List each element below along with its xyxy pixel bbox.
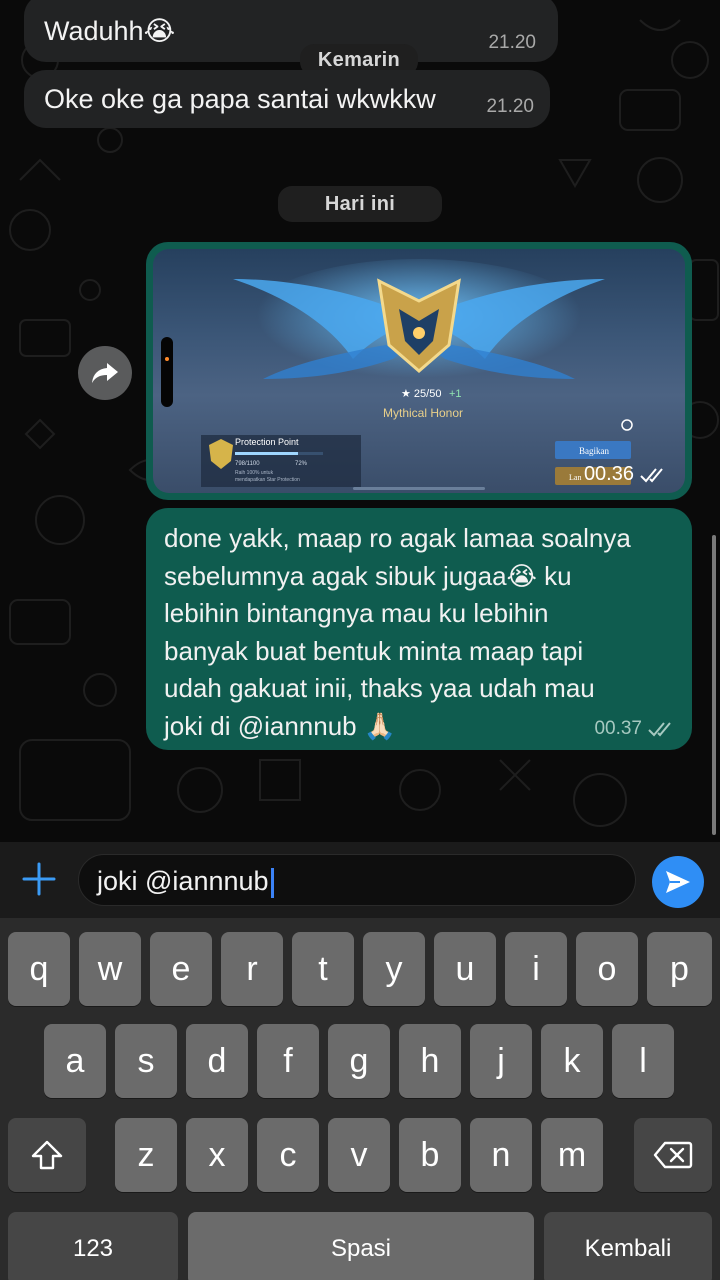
key-w[interactable]: w (79, 932, 141, 1006)
protection-panel: Protection Point 798/1100 72% Raih 100% … (201, 435, 361, 487)
message-time: 00.37 (594, 718, 642, 739)
shift-icon (31, 1140, 63, 1170)
forward-button[interactable] (78, 346, 132, 400)
double-check-icon (640, 467, 663, 482)
key-z[interactable]: z (115, 1118, 177, 1192)
svg-text:Raih 100% untuk: Raih 100% untuk (235, 470, 274, 476)
continue-button-label: Lan (569, 473, 581, 482)
key-m[interactable]: m (541, 1118, 603, 1192)
share-button-label: Bagikan (579, 446, 609, 456)
key-v[interactable]: v (328, 1118, 390, 1192)
image-message[interactable]: ★ 25/50 +1 Mythical Honor Protection Poi… (146, 242, 692, 500)
rank-name: Mythical Honor (383, 406, 463, 420)
send-icon (666, 871, 690, 893)
key-h[interactable]: h (399, 1024, 461, 1098)
game-screenshot[interactable]: ★ 25/50 +1 Mythical Honor Protection Poi… (153, 249, 685, 493)
return-key[interactable]: Kembali (544, 1212, 712, 1280)
svg-text:72%: 72% (295, 461, 308, 467)
message-input-value: joki @iannnub (97, 866, 269, 896)
composer-bar: joki @iannnub (0, 842, 720, 918)
backspace-key[interactable] (634, 1118, 712, 1192)
star-count: ★ 25/50 (401, 388, 441, 400)
screenshot-art: ★ 25/50 +1 Mythical Honor Protection Poi… (161, 259, 633, 490)
message-text: Oke oke ga papa santai wkwkkw (44, 84, 436, 114)
attach-plus-icon[interactable] (20, 860, 58, 898)
key-p[interactable]: p (647, 932, 712, 1006)
send-button[interactable] (652, 856, 704, 908)
key-r[interactable]: r (221, 932, 283, 1006)
key-d[interactable]: d (186, 1024, 248, 1098)
key-e[interactable]: e (150, 932, 212, 1006)
key-q[interactable]: q (8, 932, 70, 1006)
key-b[interactable]: b (399, 1118, 461, 1192)
numbers-key[interactable]: 123 (8, 1212, 178, 1280)
date-separator-today: Hari ini (278, 186, 442, 222)
message-line: sebelumnya agak sibuk jugaa😭 ku (164, 560, 572, 591)
key-f[interactable]: f (257, 1024, 319, 1098)
svg-text:798/1100: 798/1100 (235, 461, 260, 467)
incoming-message[interactable]: Waduhh😭 21.20 (24, 0, 558, 62)
key-i[interactable]: i (505, 932, 567, 1006)
key-o[interactable]: o (576, 932, 638, 1006)
key-x[interactable]: x (186, 1118, 248, 1192)
key-c[interactable]: c (257, 1118, 319, 1192)
key-s[interactable]: s (115, 1024, 177, 1098)
key-a[interactable]: a (44, 1024, 106, 1098)
message-text: Waduhh😭 (44, 16, 176, 46)
message-input-text: joki @iannnub (97, 866, 274, 898)
media-timestamp: 00.36 (584, 463, 668, 486)
forward-icon (92, 363, 118, 383)
shift-key[interactable] (8, 1118, 86, 1192)
message-line: lebihin bintangnya mau ku lebihin (164, 598, 549, 629)
outgoing-message[interactable]: done yakk, maap ro agak lamaa soalnya se… (146, 508, 692, 750)
message-line: udah gakuat inii, thaks yaa udah mau (164, 673, 595, 704)
message-time: 21.20 (486, 96, 534, 117)
key-y[interactable]: y (363, 932, 425, 1006)
svg-text:Protection Point: Protection Point (235, 437, 299, 447)
space-key[interactable]: Spasi (188, 1212, 534, 1280)
message-line: done yakk, maap ro agak lamaa soalnya (164, 523, 631, 553)
message-text: done yakk, maap ro agak lamaa soalnya se… (164, 520, 684, 746)
message-time: 00.36 (583, 463, 634, 485)
key-g[interactable]: g (328, 1024, 390, 1098)
key-u[interactable]: u (434, 932, 496, 1006)
svg-text:mendapatkan Star Protection: mendapatkan Star Protection (235, 477, 300, 483)
star-gain: +1 (449, 388, 462, 400)
key-k[interactable]: k (541, 1024, 603, 1098)
key-l[interactable]: l (612, 1024, 674, 1098)
keyboard: q w e r t y u i o p a s d f g h j k l z … (0, 918, 720, 1280)
message-time: 21.20 (488, 32, 536, 53)
message-input[interactable]: joki @iannnub (78, 854, 693, 906)
key-j[interactable]: j (470, 1024, 532, 1098)
incoming-message[interactable]: Oke oke ga papa santai wkwkkw 21.20 (24, 70, 550, 128)
double-check-icon (648, 722, 671, 737)
key-n[interactable]: n (470, 1118, 532, 1192)
key-t[interactable]: t (292, 932, 354, 1006)
message-timestamp: 00.37 (594, 718, 676, 740)
message-line: banyak buat bentuk minta maap tapi (164, 635, 584, 666)
chat-area[interactable]: Waduhh😭 21.20 Kemarin Oke oke ga papa sa… (0, 0, 720, 842)
scrollbar[interactable] (712, 535, 716, 835)
backspace-icon (653, 1141, 693, 1169)
text-caret (270, 867, 274, 898)
